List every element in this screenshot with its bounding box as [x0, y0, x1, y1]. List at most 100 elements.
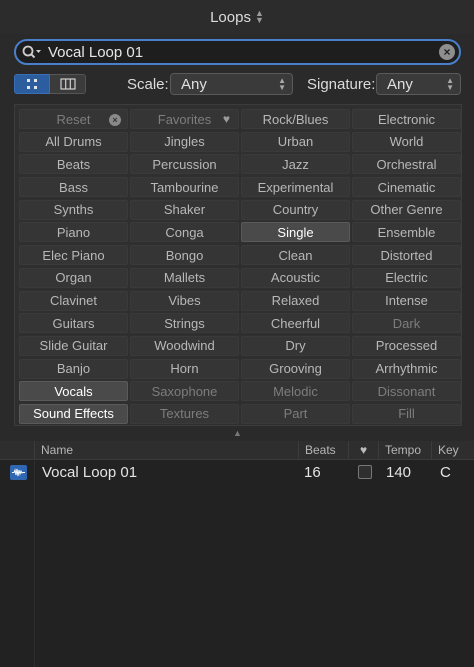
- keyword-button-acoustic[interactable]: Acoustic: [241, 267, 350, 288]
- keyword-button-tambourine[interactable]: Tambourine: [130, 177, 239, 198]
- keyword-button-horn[interactable]: Horn: [130, 358, 239, 379]
- keyword-button-bass[interactable]: Bass: [19, 177, 128, 198]
- keyword-button-electronic[interactable]: Electronic: [352, 109, 461, 129]
- keyword-button-saxophone[interactable]: Saxophone: [130, 381, 239, 402]
- keyword-button-elec-piano[interactable]: Elec Piano: [19, 245, 128, 266]
- keyword-button-dissonant[interactable]: Dissonant: [352, 381, 461, 402]
- keyword-button-vibes[interactable]: Vibes: [130, 290, 239, 311]
- keyword-label: Vibes: [168, 293, 201, 308]
- keyword-button-banjo[interactable]: Banjo: [19, 358, 128, 379]
- table-header: Name Beats ♥ Tempo Key: [0, 441, 474, 460]
- keyword-button-dark[interactable]: Dark: [352, 313, 461, 334]
- column-header-key[interactable]: Key: [431, 441, 474, 459]
- keyword-button-shaker[interactable]: Shaker: [130, 199, 239, 220]
- keyword-label: Mallets: [163, 270, 206, 286]
- search-input[interactable]: [44, 43, 439, 61]
- keyword-button-relaxed[interactable]: Relaxed: [241, 290, 350, 311]
- keyword-button-slide-guitar[interactable]: Slide Guitar: [19, 335, 128, 356]
- keyword-button-all-drums[interactable]: All Drums: [19, 131, 128, 152]
- keyword-label: Synths: [53, 202, 94, 218]
- keyword-button-arrhythmic[interactable]: Arrhythmic: [352, 358, 461, 379]
- keyword-button-vocals[interactable]: Vocals: [19, 381, 128, 402]
- search-field[interactable]: ×: [14, 39, 461, 65]
- keyword-button-clean[interactable]: Clean: [241, 245, 350, 266]
- keyword-button-processed[interactable]: Processed: [352, 335, 461, 356]
- keyword-button-world[interactable]: World: [352, 131, 461, 152]
- signature-select[interactable]: Any ▲ ▼: [376, 73, 461, 95]
- keyword-button-part[interactable]: Part: [241, 403, 350, 424]
- table-row[interactable]: Vocal Loop 01 16 140 C: [0, 460, 474, 484]
- keyword-label: Urban: [277, 134, 314, 150]
- keyword-label: Cinematic: [377, 179, 436, 195]
- keyword-label: Percussion: [152, 156, 217, 172]
- keyword-button-dry[interactable]: Dry: [241, 335, 350, 356]
- favorite-checkbox[interactable]: [358, 460, 372, 484]
- keyword-button-favorites[interactable]: Favorites ♥: [130, 109, 239, 129]
- keyword-button-urban[interactable]: Urban: [241, 131, 350, 152]
- keyword-button-fill[interactable]: Fill: [352, 403, 461, 424]
- keyword-button-electric[interactable]: Electric: [352, 267, 461, 288]
- keyword-label: Clavinet: [50, 293, 97, 308]
- keyword-button-piano[interactable]: Piano: [19, 222, 128, 243]
- keyword-label: Saxophone: [151, 383, 218, 399]
- keyword-label: Slide Guitar: [39, 338, 108, 354]
- column-view-button[interactable]: [50, 74, 86, 94]
- keyword-button-ensemble[interactable]: Ensemble: [352, 222, 461, 243]
- keyword-button-jazz[interactable]: Jazz: [241, 154, 350, 175]
- keyword-label: Bongo: [165, 247, 204, 263]
- keyword-label: Dark: [392, 315, 421, 331]
- keyword-button-melodic[interactable]: Melodic: [241, 381, 350, 402]
- scale-value: Any: [181, 75, 207, 93]
- keyword-button-synths[interactable]: Synths: [19, 199, 128, 220]
- keyword-label: Horn: [170, 361, 199, 377]
- keyword-button-other-genre[interactable]: Other Genre: [352, 199, 461, 220]
- keyword-button-rock-blues[interactable]: Rock/Blues: [241, 109, 350, 129]
- keyword-label: Organ: [55, 270, 92, 286]
- keyword-button-grooving[interactable]: Grooving: [241, 358, 350, 379]
- keyword-button-experimental[interactable]: Experimental: [241, 177, 350, 198]
- keyword-button-percussion[interactable]: Percussion: [130, 154, 239, 175]
- keyword-label: Vocals: [54, 383, 93, 399]
- column-header-beats[interactable]: Beats: [298, 441, 348, 459]
- loop-name: Vocal Loop 01: [42, 463, 138, 481]
- keyword-button-country[interactable]: Country: [241, 199, 350, 220]
- keyword-button-textures[interactable]: Textures: [130, 403, 239, 424]
- keyword-label: Piano: [56, 224, 91, 240]
- keyword-label: Dissonant: [377, 383, 436, 399]
- column-header-name[interactable]: Name: [34, 441, 298, 459]
- keyword-button-jingles[interactable]: Jingles: [130, 131, 239, 152]
- keyword-button-orchestral[interactable]: Orchestral: [352, 154, 461, 175]
- column-header-tempo[interactable]: Tempo: [378, 441, 431, 459]
- window-title[interactable]: Loops ▲ ▼: [0, 0, 474, 34]
- keyword-label: Favorites: [157, 111, 212, 127]
- column-header-favorite[interactable]: ♥: [348, 441, 378, 459]
- keyword-button-bongo[interactable]: Bongo: [130, 245, 239, 266]
- keyword-button-single[interactable]: Single: [241, 222, 350, 243]
- keyword-button-clavinet[interactable]: Clavinet: [19, 290, 128, 311]
- keyword-button-mallets[interactable]: Mallets: [130, 267, 239, 288]
- keyword-label: Ensemble: [377, 224, 436, 240]
- search-icon[interactable]: [22, 45, 44, 59]
- keyword-button-distorted[interactable]: Distorted: [352, 245, 461, 266]
- keyword-label: Arrhythmic: [375, 361, 438, 377]
- clear-icon: ×: [109, 114, 121, 126]
- keyword-grid: Reset × Favorites ♥ Rock/Blues Electronic All …: [19, 109, 461, 425]
- grid-view-button[interactable]: [14, 74, 50, 94]
- resize-handle-icon[interactable]: ▲: [233, 428, 242, 438]
- keyword-label: Strings: [164, 315, 205, 331]
- keyword-button-sound-effects[interactable]: Sound Effects: [19, 403, 128, 424]
- keyword-button-guitars[interactable]: Guitars: [19, 313, 128, 334]
- keyword-button-beats[interactable]: Beats: [19, 154, 128, 175]
- clear-icon[interactable]: ×: [439, 44, 455, 60]
- keyword-button-organ[interactable]: Organ: [19, 267, 128, 288]
- keyword-button-intense[interactable]: Intense: [352, 290, 461, 311]
- view-toggle: [14, 74, 86, 94]
- keyword-button-cheerful[interactable]: Cheerful: [241, 313, 350, 334]
- grid-view-icon: [27, 79, 37, 89]
- keyword-button-conga[interactable]: Conga: [130, 222, 239, 243]
- keyword-button-strings[interactable]: Strings: [130, 313, 239, 334]
- keyword-button-reset[interactable]: Reset ×: [19, 109, 128, 129]
- keyword-button-woodwind[interactable]: Woodwind: [130, 335, 239, 356]
- keyword-button-cinematic[interactable]: Cinematic: [352, 177, 461, 198]
- scale-select[interactable]: Any ▲ ▼: [170, 73, 293, 95]
